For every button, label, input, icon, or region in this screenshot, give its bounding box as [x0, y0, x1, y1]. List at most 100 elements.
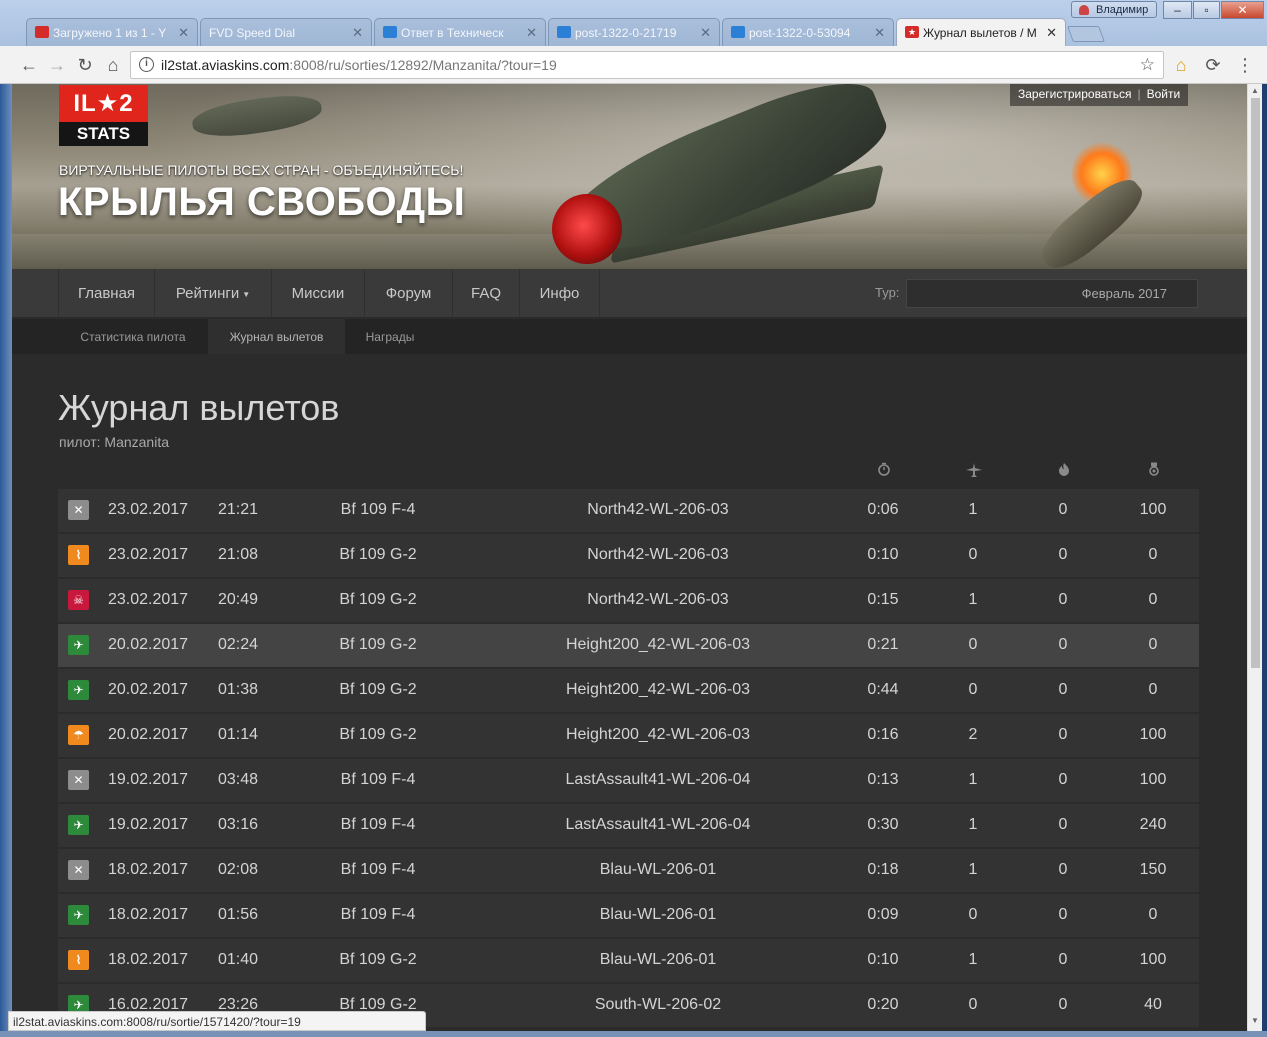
site-logo[interactable]: IL★2 STATS	[59, 85, 148, 146]
table-row[interactable]: ⌇ 23.02.2017 21:08 Bf 109 G-2 North42-WL-206…	[58, 534, 1199, 577]
tab-forum-reply[interactable]: Ответ в Техническ ✕	[374, 18, 546, 46]
tab-label: post-1322-0-21719	[575, 26, 677, 40]
table-row[interactable]: ✈ 19.02.2017 03:16 Bf 109 F-4 LastAssault41-…	[58, 804, 1199, 847]
header-banner: IL★2 STATS ВИРТУАЛЬНЫЕ ПИЛОТЫ ВСЕХ СТРАН…	[12, 84, 1247, 269]
table-row[interactable]: ✈ 18.02.2017 01:56 Bf 109 F-4 Blau-WL-206-01…	[58, 894, 1199, 937]
subnav-awards[interactable]: Награды	[345, 319, 435, 354]
table-row[interactable]: ✕ 23.02.2017 21:21 Bf 109 F-4 North42-WL-206…	[58, 489, 1199, 532]
subnav-pilot-stats[interactable]: Статистика пилота	[58, 319, 208, 354]
forum-icon	[731, 26, 745, 38]
reload-icon[interactable]: ↻	[74, 54, 96, 76]
sortie-ground-kills: 0	[1058, 681, 1068, 698]
close-tab-icon[interactable]: ✕	[874, 25, 885, 41]
sortie-kills: 2	[968, 726, 978, 743]
sortie-date: 20.02.2017	[108, 681, 189, 698]
sortie-aircraft: Bf 109 G-2	[339, 636, 417, 653]
tour-select[interactable]: Февраль 2017	[906, 279, 1198, 308]
sortie-mission: South-WL-206-02	[594, 996, 722, 1013]
status-bailed-out-icon: ☂	[68, 725, 89, 745]
scroll-up-icon[interactable]: ▲	[1251, 86, 1259, 95]
browser-toolbar: ← → ↻ ⌂ i il2stat.aviaskins.com:8008/ru/…	[0, 46, 1267, 84]
sortie-mission: North42-WL-206-03	[587, 501, 729, 518]
new-tab-button[interactable]	[1067, 26, 1105, 42]
table-row[interactable]: ✕ 18.02.2017 02:08 Bf 109 F-4 Blau-WL-206-01…	[58, 849, 1199, 892]
minimize-button[interactable]: –	[1163, 1, 1192, 19]
status-landed-icon: ✈	[68, 635, 89, 655]
window-edge	[0, 1031, 1267, 1037]
login-link[interactable]: Войти	[1147, 87, 1181, 101]
tab-sortie-log[interactable]: ★ Журнал вылетов / M ✕	[896, 18, 1066, 47]
scroll-down-icon[interactable]: ▼	[1251, 1016, 1259, 1025]
sortie-aircraft: Bf 109 G-2	[339, 681, 417, 698]
close-tab-icon[interactable]: ✕	[178, 25, 189, 41]
sortie-aircraft: Bf 109 G-2	[339, 726, 417, 743]
maximize-button[interactable]: ▫	[1193, 1, 1220, 19]
tab-speed-dial[interactable]: FVD Speed Dial ✕	[200, 18, 372, 46]
address-bar[interactable]: i il2stat.aviaskins.com:8008/ru/sorties/…	[130, 51, 1164, 79]
sync-icon[interactable]: ⟳	[1202, 54, 1224, 76]
close-tab-icon[interactable]: ✕	[700, 25, 711, 41]
sortie-time: 02:08	[218, 861, 259, 878]
sortie-score: 0	[1148, 546, 1158, 563]
close-window-button[interactable]: ✕	[1221, 1, 1264, 19]
sortie-score: 40	[1144, 996, 1162, 1013]
site-tagline: ВИРТУАЛЬНЫЕ ПИЛОТЫ ВСЕХ СТРАН - ОБЪЕДИНЯ…	[59, 162, 464, 178]
sortie-duration: 0:09	[867, 906, 899, 923]
table-row[interactable]: ✕ 19.02.2017 03:48 Bf 109 F-4 LastAssault41-…	[58, 759, 1199, 802]
close-tab-icon[interactable]: ✕	[1046, 25, 1057, 41]
scrollbar[interactable]: ▲ ▼	[1247, 84, 1262, 1031]
close-tab-icon[interactable]: ✕	[526, 25, 537, 41]
sortie-date: 18.02.2017	[108, 861, 189, 878]
back-icon[interactable]: ←	[18, 54, 40, 76]
sortie-mission: North42-WL-206-03	[587, 591, 729, 608]
forward-icon[interactable]: →	[46, 54, 68, 76]
register-link[interactable]: Зарегистрироваться	[1018, 87, 1131, 101]
nav-missions[interactable]: Миссии	[272, 269, 365, 318]
extension-icon[interactable]: ⌂	[1170, 54, 1192, 76]
sortie-score: 100	[1139, 501, 1167, 518]
sub-nav: Статистика пилота Журнал вылетов Награды	[12, 319, 1247, 354]
sortie-kills: 1	[968, 951, 978, 968]
pilot-name: Manzanita	[104, 434, 169, 450]
table-row[interactable]: ✈ 20.02.2017 02:24 Bf 109 G-2 Height200_42-W…	[58, 624, 1199, 667]
menu-icon[interactable]: ⋮	[1234, 54, 1256, 76]
nav-faq[interactable]: FAQ	[453, 269, 520, 318]
table-row[interactable]: ⌇ 18.02.2017 01:40 Bf 109 G-2 Blau-WL-206-01…	[58, 939, 1199, 982]
table-row[interactable]: ☂ 20.02.2017 01:14 Bf 109 G-2 Height200_42-W…	[58, 714, 1199, 757]
tab-post-1[interactable]: post-1322-0-21719 ✕	[548, 18, 720, 46]
table-row[interactable]: ✈ 20.02.2017 01:38 Bf 109 G-2 Height200_42-W…	[58, 669, 1199, 712]
sortie-duration: 0:18	[867, 861, 899, 878]
tab-post-2[interactable]: post-1322-0-53094 ✕	[722, 18, 894, 46]
home-icon[interactable]: ⌂	[102, 54, 124, 76]
close-tab-icon[interactable]: ✕	[352, 25, 363, 41]
sortie-ground-kills: 0	[1058, 771, 1068, 788]
nav-home[interactable]: Главная	[58, 269, 155, 318]
bookmark-star-icon[interactable]: ☆	[1140, 55, 1155, 75]
nav-info[interactable]: Инфо	[520, 269, 600, 318]
sortie-aircraft: Bf 109 F-4	[340, 861, 416, 878]
status-landed-icon: ✈	[68, 905, 89, 925]
sortie-score: 0	[1148, 906, 1158, 923]
tab-youtube[interactable]: Загружено 1 из 1 - Y ✕	[26, 18, 198, 46]
subnav-sortie-log[interactable]: Журнал вылетов	[208, 319, 345, 354]
sortie-duration: 0:10	[867, 546, 899, 563]
nav-ratings[interactable]: Рейтинги ▼	[155, 269, 272, 318]
profile-button[interactable]: Владимир	[1071, 1, 1157, 18]
nav-ratings-label: Рейтинги	[175, 285, 240, 302]
status-landed-icon: ✈	[68, 815, 89, 835]
sortie-score: 0	[1148, 681, 1158, 698]
scrollbar-thumb[interactable]	[1251, 98, 1260, 668]
sortie-kills: 0	[968, 906, 978, 923]
info-icon[interactable]: i	[139, 57, 154, 72]
sortie-aircraft: Bf 109 G-2	[339, 951, 417, 968]
caret-down-icon: ▼	[242, 289, 251, 299]
sortie-kills: 1	[968, 861, 978, 878]
title-bar: Загружено 1 из 1 - Y ✕ FVD Speed Dial ✕ …	[0, 0, 1267, 47]
nav-forum[interactable]: Форум	[365, 269, 453, 318]
sortie-score: 100	[1139, 951, 1167, 968]
sortie-ground-kills: 0	[1058, 906, 1068, 923]
table-row[interactable]: ☠ 23.02.2017 20:49 Bf 109 G-2 North42-WL-206…	[58, 579, 1199, 622]
il2-star-icon: ★	[905, 26, 919, 38]
status-crashed-icon: ✕	[68, 860, 89, 880]
sortie-duration: 0:10	[867, 951, 899, 968]
